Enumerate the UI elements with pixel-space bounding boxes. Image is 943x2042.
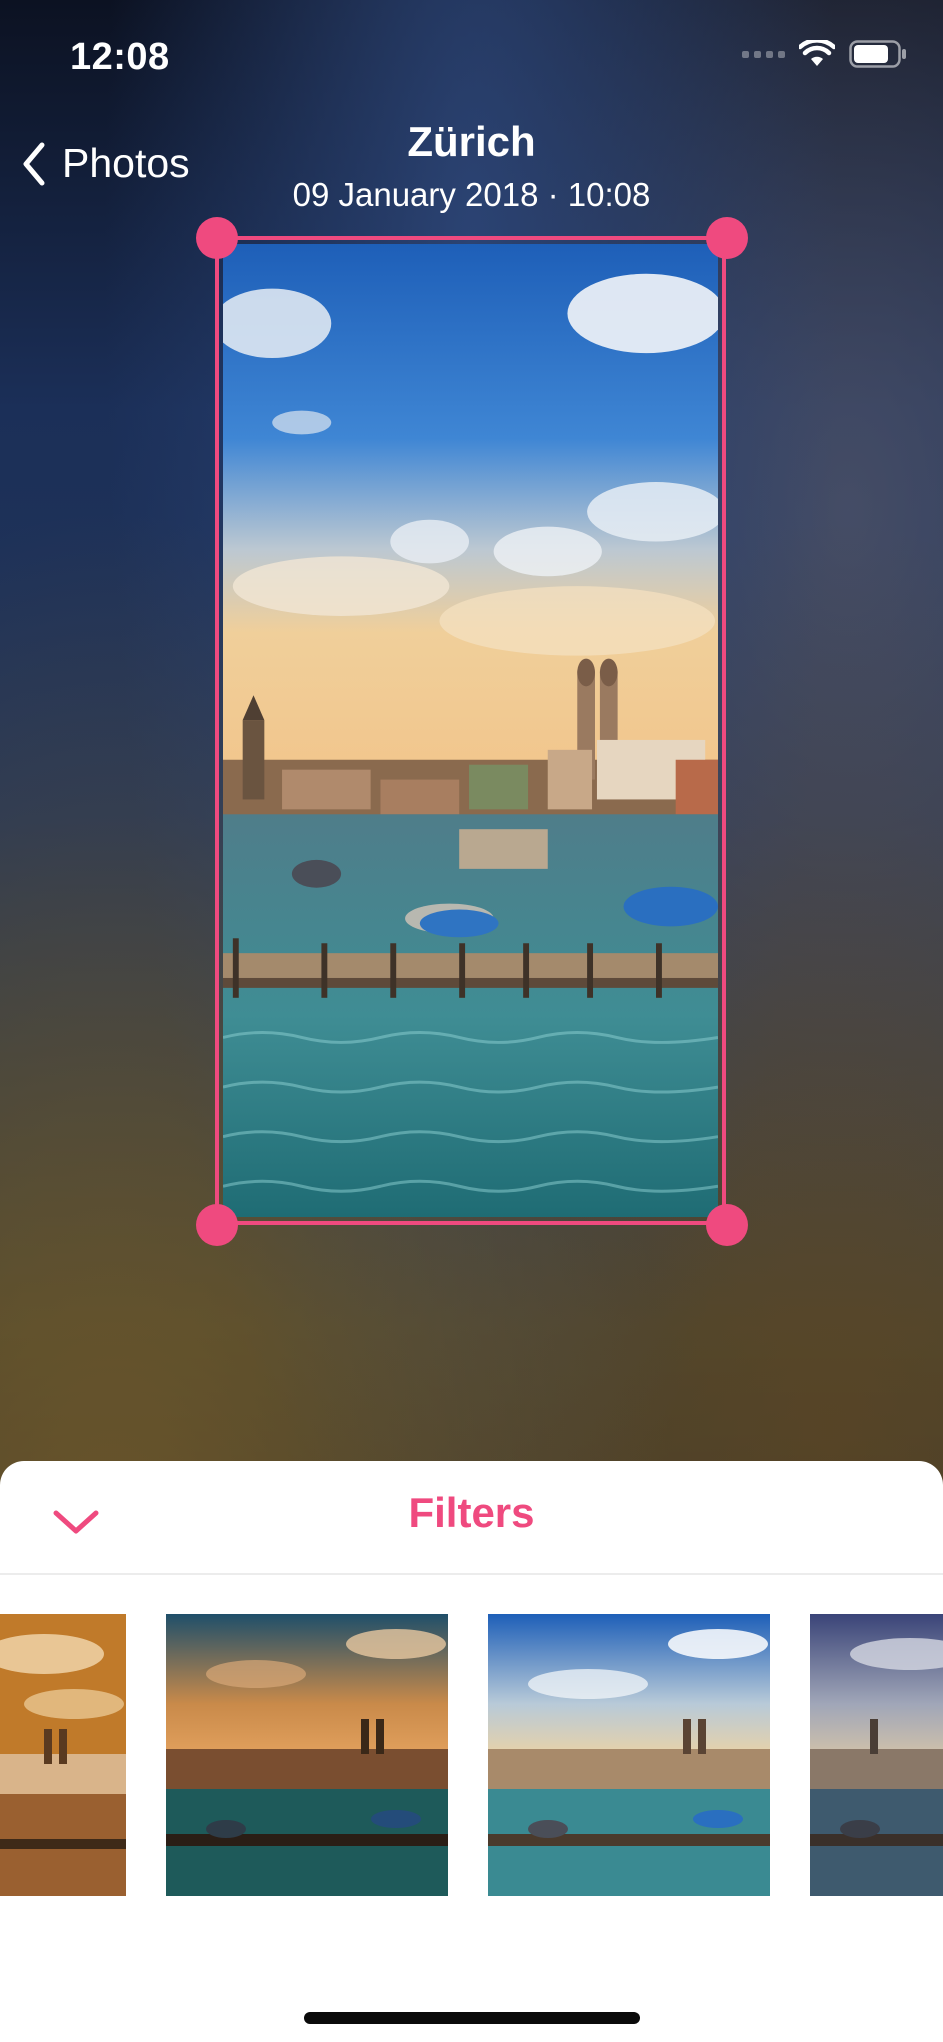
filter-thumbnail-teal-orange[interactable] xyxy=(166,1614,448,1896)
page-title: Zürich xyxy=(407,118,536,165)
crop-handle-bottom-right[interactable] xyxy=(706,1204,748,1246)
status-icons xyxy=(742,40,907,68)
filters-sheet: Filters xyxy=(0,1461,943,2042)
cellular-signal-icon xyxy=(742,50,785,58)
filter-thumbnail-vivid[interactable] xyxy=(488,1614,770,1896)
crop-frame[interactable] xyxy=(215,236,726,1225)
battery-icon xyxy=(849,40,906,68)
crop-handle-top-left[interactable] xyxy=(196,217,238,259)
filter-thumbnail-sepia[interactable] xyxy=(0,1614,126,1896)
zurich-photo xyxy=(223,244,718,1217)
photo-editor-screen: 12:08 Photos Zürich 09 January 2018 · 10… xyxy=(0,0,943,2042)
crop-handle-bottom-left[interactable] xyxy=(196,1204,238,1246)
photo-date: 09 January 2018 · 10:08 xyxy=(292,176,651,213)
filter-thumbnail-cool-faded[interactable] xyxy=(810,1614,943,1896)
wifi-icon xyxy=(799,40,835,66)
status-time: 12:08 xyxy=(70,36,170,78)
nav-title-block: Zürich 09 January 2018 · 10:08 xyxy=(0,118,943,214)
crop-handle-top-right[interactable] xyxy=(706,217,748,259)
filters-title: Filters xyxy=(408,1489,535,1536)
home-indicator[interactable] xyxy=(304,2012,640,2024)
filters-sheet-header: Filters xyxy=(0,1461,943,1575)
